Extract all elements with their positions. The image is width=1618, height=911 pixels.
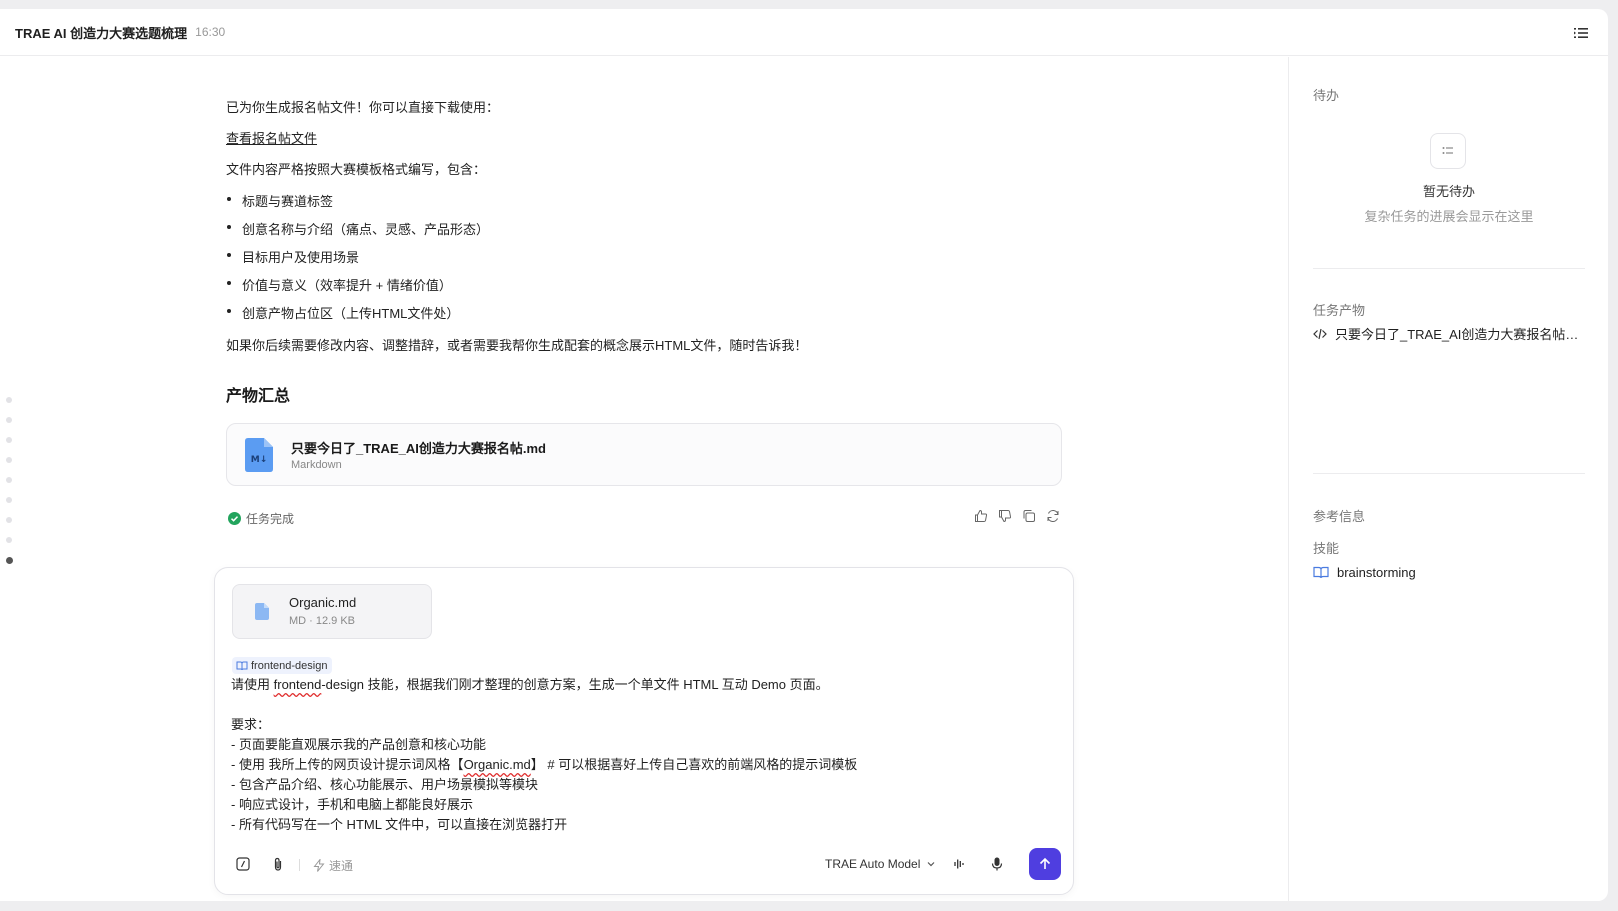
title-bar: TRAE AI 创造力大赛选题梳理 16:30 <box>0 9 1608 56</box>
todo-label: 待办 <box>1313 88 1340 103</box>
message-text: 如果你后续需要修改内容、调整措辞，或者需要我帮你生成配套的概念展示HTML文件，… <box>226 338 808 353</box>
skill-item-label: brainstorming <box>1337 565 1416 580</box>
check-circle-icon <box>228 512 241 525</box>
attachment-meta: MD · 12.9 KB <box>289 615 356 627</box>
artifact-file-card[interactable]: M↓ 只要今日了_TRAE_AI创造力大赛报名帖.md Markdown <box>226 423 1062 486</box>
list-item: 创意产物占位区（上传HTML文件处） <box>226 303 459 322</box>
panel-toggle-icon[interactable] <box>1572 24 1590 42</box>
skills-label: 技能 <box>1313 541 1340 556</box>
speed-mode-toggle[interactable]: 速通 <box>313 857 353 874</box>
markdown-file-icon <box>255 603 269 620</box>
markdown-file-icon: M↓ <box>245 438 273 472</box>
book-icon <box>236 661 248 670</box>
nav-dot[interactable] <box>6 517 12 523</box>
message-composer[interactable]: Organic.md MD · 12.9 KB frontend-design … <box>214 567 1074 895</box>
svg-text:M↓: M↓ <box>251 455 268 465</box>
file-type: Markdown <box>291 459 342 471</box>
thumbs-up-icon[interactable] <box>974 509 988 523</box>
nav-dot[interactable] <box>6 457 12 463</box>
code-icon <box>1313 328 1327 339</box>
app-window: TRAE AI 创造力大赛选题梳理 16:30 已为你生成报名帖文件！你可以直接… <box>0 9 1608 901</box>
thumbs-down-icon[interactable] <box>998 509 1012 523</box>
side-panel: 待办 暂无待办 复杂任务的进展会显示在这里 任务产物 只要今日了_TRAE_AI… <box>1288 57 1608 901</box>
prompt-input[interactable]: 请使用 frontend-design 技能，根据我们刚才整理的创意方案，生成一… <box>231 675 1051 835</box>
list-item: 价值与意义（效率提升 + 情绪价值） <box>226 275 452 294</box>
empty-todo-icon-box <box>1430 133 1466 169</box>
nav-dot[interactable] <box>6 437 12 443</box>
reference-label: 参考信息 <box>1313 509 1366 524</box>
model-selector[interactable]: TRAE Auto Model <box>825 857 936 871</box>
message-text: 已为你生成报名帖文件！你可以直接下载使用： <box>226 100 500 115</box>
speed-mode-label: 速通 <box>329 859 354 873</box>
attachment-card[interactable]: Organic.md MD · 12.9 KB <box>232 584 432 639</box>
model-label: TRAE Auto Model <box>825 857 921 871</box>
list-item: 目标用户及使用场景 <box>226 247 359 266</box>
task-status: 任务完成 <box>228 510 294 527</box>
copy-icon[interactable] <box>1022 509 1036 523</box>
divider <box>1313 268 1585 269</box>
book-icon <box>1313 566 1329 579</box>
view-file-link[interactable]: 查看报名帖文件 <box>226 128 317 147</box>
toolbar-divider <box>299 859 300 871</box>
artifact-item-label: 只要今日了_TRAE_AI创造力大赛报名帖.md <box>1335 327 1579 342</box>
file-name: 只要今日了_TRAE_AI创造力大赛报名帖.md <box>291 441 546 456</box>
skill-item[interactable]: brainstorming <box>1313 565 1416 580</box>
empty-todo-title: 暂无待办 <box>1422 184 1475 199</box>
attachment-name: Organic.md <box>289 595 357 610</box>
chevron-down-icon <box>927 862 935 867</box>
microphone-icon[interactable] <box>989 856 1005 872</box>
artifacts-label: 任务产物 <box>1313 303 1366 318</box>
skill-chip-label: frontend-design <box>251 659 328 672</box>
conversation-time: 16:30 <box>195 25 226 39</box>
nav-dot[interactable] <box>6 497 12 503</box>
empty-todo-subtitle: 复杂任务的进展会显示在这里 <box>1364 209 1534 224</box>
skill-chip[interactable]: frontend-design <box>232 657 333 674</box>
slash-command-icon[interactable] <box>235 856 251 872</box>
artifact-item[interactable]: 只要今日了_TRAE_AI创造力大赛报名帖.md <box>1313 324 1585 343</box>
chat-area: 已为你生成报名帖文件！你可以直接下载使用： 查看报名帖文件 文件内容严格按照大赛… <box>0 57 1288 901</box>
list-item: 标题与赛道标签 <box>226 191 333 210</box>
composer-toolbar: 速通 TRAE Auto Model <box>215 848 1075 880</box>
nav-dot[interactable] <box>6 537 12 543</box>
conversation-title: TRAE AI 创造力大赛选题梳理 <box>15 25 188 41</box>
arrow-up-icon <box>1039 857 1051 869</box>
nav-dot-active[interactable] <box>6 557 13 564</box>
send-button[interactable] <box>1029 848 1061 880</box>
lightning-icon <box>313 859 325 872</box>
waveform-icon[interactable] <box>951 856 967 872</box>
paperclip-icon[interactable] <box>270 856 286 872</box>
nav-dot[interactable] <box>6 417 12 423</box>
divider <box>1313 473 1585 474</box>
nav-dot[interactable] <box>6 397 12 403</box>
refresh-icon[interactable] <box>1046 509 1060 523</box>
message-actions <box>974 509 1060 523</box>
nav-dot[interactable] <box>6 477 12 483</box>
section-title: 产物汇总 <box>226 388 291 405</box>
status-text: 任务完成 <box>246 512 295 526</box>
message-text: 文件内容严格按照大赛模板格式编写，包含： <box>226 162 487 177</box>
list-item: 创意名称与介绍（痛点、灵感、产品形态） <box>226 219 489 238</box>
message-navigator <box>6 397 14 578</box>
list-icon <box>1442 147 1453 154</box>
